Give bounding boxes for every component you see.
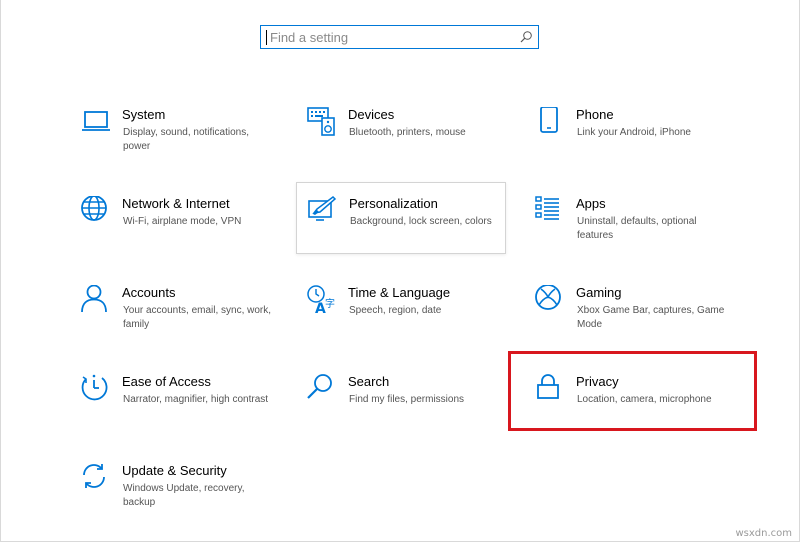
paintbrush-monitor-icon <box>308 196 338 226</box>
list-icon <box>535 196 565 226</box>
search-icon[interactable] <box>519 30 533 44</box>
svg-text:字: 字 <box>325 297 335 310</box>
tile-title: Ease of Access <box>122 374 211 389</box>
tile-description: Speech, region, date <box>349 305 442 316</box>
tile-time-language[interactable]: A字 Time & Language Speech, region, date <box>307 285 516 358</box>
tile-description: Background, lock screen, colors <box>350 216 492 227</box>
tile-search[interactable]: Search Find my files, permissions <box>307 374 516 447</box>
tile-description: Link your Android, iPhone <box>577 127 691 138</box>
keyboard-speaker-icon <box>307 107 337 137</box>
search-input[interactable]: Find a setting <box>260 25 539 49</box>
tile-title: Network & Internet <box>122 196 230 211</box>
tile-system[interactable]: System Display, sound, notifications, po… <box>81 107 290 180</box>
tile-title: Phone <box>576 107 614 122</box>
tile-description: Your accounts, email, sync, work, family <box>123 305 272 330</box>
tile-title: Personalization <box>349 196 438 211</box>
tile-description: Narrator, magnifier, high contrast <box>123 394 269 405</box>
tile-title: Gaming <box>576 285 622 300</box>
person-icon <box>81 285 111 315</box>
tile-network-internet[interactable]: Network & Internet Wi-Fi, airplane mode,… <box>81 196 290 269</box>
tile-title: Apps <box>576 196 606 211</box>
tile-title: Time & Language <box>348 285 451 300</box>
magnifier-icon <box>307 374 337 404</box>
watermark: wsxdn.com <box>735 528 792 539</box>
text-caret <box>266 30 267 45</box>
tile-devices[interactable]: Devices Bluetooth, printers, mouse <box>307 107 516 180</box>
tile-description: Xbox Game Bar, captures, Game Mode <box>577 305 725 330</box>
tile-description: Wi-Fi, airplane mode, VPN <box>123 216 242 227</box>
tile-description: Find my files, permissions <box>349 394 465 405</box>
tile-description: Location, camera, microphone <box>577 394 712 405</box>
tile-description: Bluetooth, printers, mouse <box>349 127 466 138</box>
tile-title: Accounts <box>122 285 176 300</box>
globe-icon <box>81 196 111 226</box>
tile-apps[interactable]: Apps Uninstall, defaults, optional featu… <box>535 196 744 269</box>
tile-description: Uninstall, defaults, optional features <box>577 216 697 241</box>
xbox-icon <box>535 285 565 315</box>
sync-arrows-icon <box>81 463 111 493</box>
padlock-icon <box>535 374 565 404</box>
search-placeholder: Find a setting <box>270 30 349 45</box>
tile-phone[interactable]: Phone Link your Android, iPhone <box>535 107 744 180</box>
tile-ease-of-access[interactable]: Ease of Access Narrator, magnifier, high… <box>81 374 290 447</box>
tile-title: Search <box>348 374 390 389</box>
tile-title: Devices <box>348 107 395 122</box>
ease-of-access-icon <box>81 374 111 404</box>
tile-title: Update & Security <box>122 463 227 478</box>
phone-icon <box>535 107 565 137</box>
tile-title: System <box>122 107 166 122</box>
tile-accounts[interactable]: Accounts Your accounts, email, sync, wor… <box>81 285 290 358</box>
tile-description: Windows Update, recovery, backup <box>123 483 245 508</box>
laptop-icon <box>81 107 111 137</box>
tile-personalization[interactable]: Personalization Background, lock screen,… <box>296 182 506 254</box>
tile-update-security[interactable]: Update & Security Windows Update, recove… <box>81 463 290 536</box>
tile-privacy[interactable]: Privacy Location, camera, microphone <box>535 374 744 447</box>
tile-title: Privacy <box>576 374 619 389</box>
tile-description: Display, sound, notifications, power <box>123 127 249 152</box>
settings-window <box>0 0 800 542</box>
tile-gaming[interactable]: Gaming Xbox Game Bar, captures, Game Mod… <box>535 285 744 358</box>
time-language-icon: A字 <box>307 285 337 315</box>
